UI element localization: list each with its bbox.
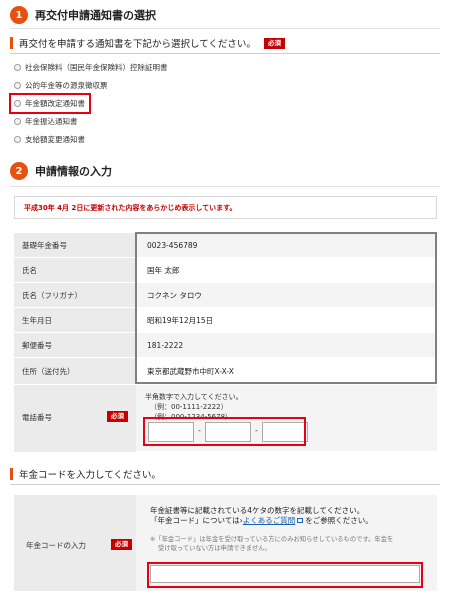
instruction-marker bbox=[10, 37, 13, 49]
radio-button[interactable] bbox=[14, 82, 21, 89]
required-badge: 必須 bbox=[263, 37, 285, 49]
pension-code-note-line: ※「年金コード」は年金を受け取っている方にのみお知らせしているものです。年金を bbox=[150, 536, 394, 543]
row-label: 基礎年金番号 bbox=[14, 232, 136, 258]
row-label: 郵便番号 bbox=[14, 332, 136, 358]
instruction-marker bbox=[10, 468, 13, 480]
instruction-divider bbox=[10, 53, 440, 54]
required-badge: 必須 bbox=[107, 411, 128, 422]
phone-label: 電話番号 bbox=[22, 413, 52, 422]
pension-code-help: 年金証書等に記載されている4ケタの数字を記載してください。 「年金コード」につい… bbox=[150, 506, 373, 526]
row-label: 生年月日 bbox=[14, 307, 136, 333]
phone-example-1: （例：00-1111-2222） bbox=[150, 403, 228, 411]
faq-suffix: をご参照ください。 bbox=[305, 516, 373, 525]
required-badge: 必須 bbox=[111, 539, 132, 550]
section1-heading: 1 再交付申請通知書の選択 bbox=[10, 6, 156, 24]
update-notice-text: 平成30年 4月 2日に更新された内容をあらかじめ表示しています。 bbox=[24, 203, 237, 212]
section2-divider bbox=[10, 186, 440, 187]
highlight-box-pension-code-input bbox=[147, 562, 423, 588]
radio-button[interactable] bbox=[14, 118, 21, 125]
section2-title: 申請情報の入力 bbox=[35, 165, 112, 178]
row-label: 氏名（フリガナ） bbox=[14, 282, 136, 308]
section2-heading: 2 申請情報の入力 bbox=[10, 162, 112, 180]
option-payment-change-notice[interactable]: 支給額変更通知書 bbox=[14, 134, 85, 145]
faq-link[interactable]: よくあるご質問 bbox=[243, 516, 296, 525]
highlight-box-prefilled-info bbox=[135, 232, 437, 384]
step-number-badge: 1 bbox=[10, 6, 28, 24]
pension-code-heading: 年金コードを入力してください。 bbox=[19, 470, 161, 481]
pension-code-label: 年金コードの入力 bbox=[26, 541, 86, 550]
pension-code-faq-line: 「年金コード」については›よくあるご質問 をご参照ください。 bbox=[150, 516, 373, 526]
phone-label-cell: 電話番号 必須 bbox=[14, 385, 136, 452]
update-notice-box: 平成30年 4月 2日に更新された内容をあらかじめ表示しています。 bbox=[14, 196, 437, 219]
pension-code-instruction: 年金コードを入力してください。 bbox=[10, 467, 161, 481]
highlight-box-selected-option bbox=[9, 93, 91, 114]
external-window-icon bbox=[297, 518, 304, 523]
section1-divider bbox=[10, 28, 440, 29]
radio-button[interactable] bbox=[14, 64, 21, 71]
highlight-box-phone-input bbox=[143, 417, 306, 446]
option-pension-transfer-notice[interactable]: 年金振込通知書 bbox=[14, 116, 78, 127]
option-pension-withholding-slip[interactable]: 公的年金等の源泉徴収票 bbox=[14, 80, 108, 91]
pension-code-note-line: 受け取っていない方は申請できません。 bbox=[158, 545, 271, 552]
option-label: 公的年金等の源泉徴収票 bbox=[25, 81, 108, 90]
section1-title: 再交付申請通知書の選択 bbox=[35, 9, 156, 22]
pension-code-divider bbox=[10, 484, 440, 485]
pension-code-label-cell: 年金コードの入力 必須 bbox=[14, 495, 136, 591]
option-label: 社会保険料（国民年金保険料）控除証明書 bbox=[25, 63, 168, 72]
row-label: 住所（送付先） bbox=[14, 357, 136, 385]
pension-code-help-line: 年金証書等に記載されている4ケタの数字を記載してください。 bbox=[150, 506, 365, 515]
radio-button[interactable] bbox=[14, 136, 21, 143]
pension-code-note: ※「年金コード」は年金を受け取っている方にのみお知らせしているものです。年金を … bbox=[150, 535, 430, 553]
select-instruction-text: 再交付を申請する通知書を下記から選択してください。 bbox=[19, 39, 256, 50]
row-label: 氏名 bbox=[14, 257, 136, 283]
faq-prefix: 「年金コード」については bbox=[150, 516, 240, 525]
option-label: 年金振込通知書 bbox=[25, 117, 78, 126]
option-social-insurance-deduction[interactable]: 社会保険料（国民年金保険料）控除証明書 bbox=[14, 62, 168, 73]
select-instruction: 再交付を申請する通知書を下記から選択してください。 必須 bbox=[10, 36, 285, 50]
phone-help-line: 半角数字で入力してください。 bbox=[145, 393, 243, 401]
step-number-badge: 2 bbox=[10, 162, 28, 180]
option-label: 支給額変更通知書 bbox=[25, 135, 85, 144]
